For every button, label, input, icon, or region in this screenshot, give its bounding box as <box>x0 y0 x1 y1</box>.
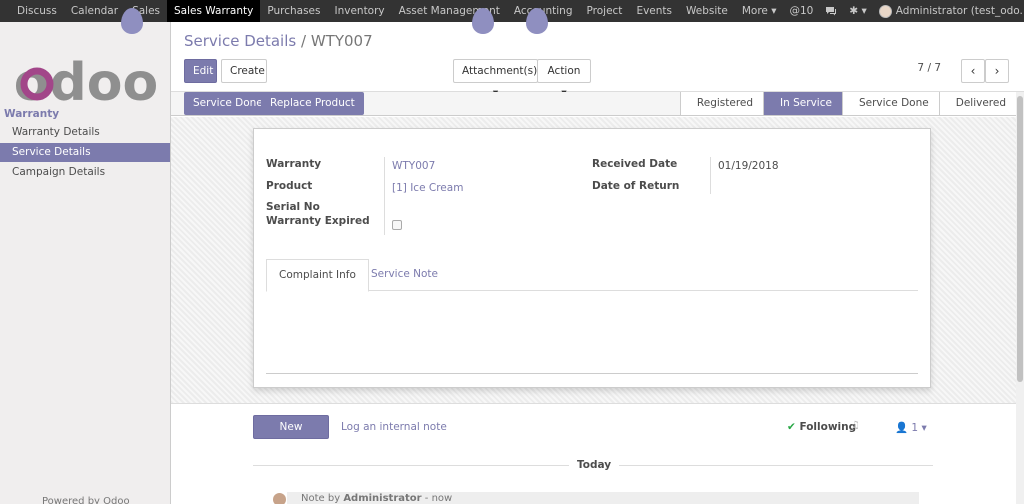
create-button[interactable]: Create <box>221 59 267 83</box>
followers-button[interactable]: 👤 1 ▾ <box>895 421 927 434</box>
breadcrumb-parent[interactable]: Service Details <box>184 32 296 50</box>
action-dropdown[interactable]: Action ▾ <box>537 59 591 99</box>
serial-no-label: Serial No <box>266 201 320 213</box>
menu-project[interactable]: Project <box>580 0 630 22</box>
message-item: Note by Administrator - now <box>287 492 919 504</box>
caret-down-icon: ▾ <box>921 422 927 434</box>
notification-count: 10 <box>800 5 814 17</box>
chevron-right-icon: › <box>994 64 1000 78</box>
followers-count: 1 <box>911 422 919 434</box>
scrollbar-thumb[interactable] <box>1017 96 1023 382</box>
at-icon: @ <box>789 5 801 17</box>
sidebar-section-warranty: Warranty <box>4 108 60 120</box>
message-prefix: Note by <box>301 493 341 504</box>
sidebar-item-campaign-details[interactable]: Campaign Details <box>0 163 170 182</box>
product-field[interactable]: [1] Ice Cream <box>392 182 463 194</box>
product-label: Product <box>266 180 313 192</box>
attachments-dropdown[interactable]: Attachment(s) ▾ <box>453 59 538 99</box>
tab-content-divider <box>266 373 918 374</box>
menu-events[interactable]: Events <box>629 0 679 22</box>
received-date-label: Received Date <box>592 158 678 170</box>
warranty-expired-label: Warranty Expired <box>266 215 370 227</box>
avatar <box>878 4 892 18</box>
water-drop-icon <box>526 8 548 34</box>
message-author[interactable]: Administrator <box>343 493 421 504</box>
user-menu[interactable]: Administrator (test_odo... <box>873 0 1024 22</box>
field-separator <box>710 157 711 194</box>
breadcrumb: Service Details / WTY007 <box>184 32 373 50</box>
stage-delivered[interactable]: Delivered <box>938 92 1016 115</box>
sidebar-item-warranty-details[interactable]: Warranty Details <box>0 123 170 142</box>
sidebar-item-service-details[interactable]: Service Details <box>0 143 170 162</box>
field-separator <box>384 157 385 235</box>
notebook-tabs: Complaint Info Service Note <box>266 259 918 292</box>
user-name: Administrator (test_odo... <box>895 5 1024 17</box>
pager-value[interactable]: 7 / 7 <box>917 62 941 74</box>
menu-more[interactable]: More ▾ <box>735 0 784 22</box>
check-icon: ✔ <box>787 421 796 433</box>
water-drop-icon <box>121 8 143 34</box>
menu-calendar[interactable]: Calendar <box>64 0 125 22</box>
powered-by[interactable]: Powered by Odoo <box>42 496 130 504</box>
tab-complaint-info[interactable]: Complaint Info <box>266 259 369 292</box>
form-statusbar: Service Done Replace Product Registered … <box>171 92 1016 116</box>
user-icon: 👤 <box>895 422 909 434</box>
top-menu-bar: Discuss Calendar Sales Sales Warranty Pu… <box>0 0 1024 22</box>
odoo-logo: odoo <box>16 53 156 110</box>
stage-service-done[interactable]: Service Done <box>841 92 939 115</box>
author-avatar[interactable] <box>273 493 286 504</box>
message-time: - now <box>424 493 453 504</box>
control-panel: Service Details / WTY007 Edit Create Att… <box>121 8 1024 99</box>
form-sheet: Warranty Product Serial No Warranty Expi… <box>253 128 931 388</box>
stage-in-service[interactable]: In Service <box>763 92 842 115</box>
menu-inventory[interactable]: Inventory <box>327 0 391 22</box>
chat-icon[interactable] <box>819 0 843 22</box>
service-done-button[interactable]: Service Done <box>184 92 272 115</box>
svg-text:odoo: odoo <box>16 53 156 110</box>
tab-service-note[interactable]: Service Note <box>359 259 450 292</box>
log-note-link[interactable]: Log an internal note <box>341 421 447 433</box>
water-drop-icon <box>472 8 494 34</box>
mentions-button[interactable]: @10 <box>784 0 820 22</box>
debug-bug-icon[interactable]: ✱ ▾ <box>843 0 872 22</box>
edit-button[interactable]: Edit <box>184 59 217 83</box>
menu-discuss[interactable]: Discuss <box>10 0 64 22</box>
app-menu: Discuss Calendar Sales Sales Warranty Pu… <box>0 0 784 22</box>
chevron-left-icon: ‹ <box>970 64 976 78</box>
menu-purchases[interactable]: Purchases <box>260 0 327 22</box>
received-date-field[interactable]: 01/19/2018 <box>718 160 779 172</box>
bell-icon[interactable]: ♫ <box>851 420 860 431</box>
menu-website[interactable]: Website <box>679 0 735 22</box>
breadcrumb-current: WTY007 <box>310 32 373 50</box>
pager-next-button[interactable]: › <box>985 59 1009 83</box>
pager-previous-button[interactable]: ‹ <box>961 59 985 83</box>
sidebar: odoo Warranty Warranty Details Service D… <box>0 22 171 504</box>
menu-sales-warranty[interactable]: Sales Warranty <box>167 0 261 22</box>
breadcrumb-separator: / <box>301 32 307 50</box>
systray: @10 ✱ ▾ Administrator (test_odo... <box>784 0 1024 22</box>
warranty-expired-checkbox[interactable] <box>392 220 402 230</box>
status-stages: Registered In Service Service Done Deliv… <box>679 92 1016 116</box>
stage-registered[interactable]: Registered <box>679 92 764 115</box>
following-button[interactable]: ✔ Following <box>787 421 856 433</box>
warranty-label: Warranty <box>266 158 322 170</box>
following-label: Following <box>799 421 857 433</box>
replace-product-button[interactable]: Replace Product <box>261 92 364 115</box>
today-label: Today <box>569 459 620 471</box>
new-message-button[interactable]: New message <box>253 415 329 455</box>
scrollbar[interactable] <box>1016 92 1024 504</box>
warranty-field[interactable]: WTY007 <box>392 160 435 172</box>
date-of-return-label: Date of Return <box>592 180 680 192</box>
chatter: New message Log an internal note ✔ Follo… <box>171 403 1016 504</box>
